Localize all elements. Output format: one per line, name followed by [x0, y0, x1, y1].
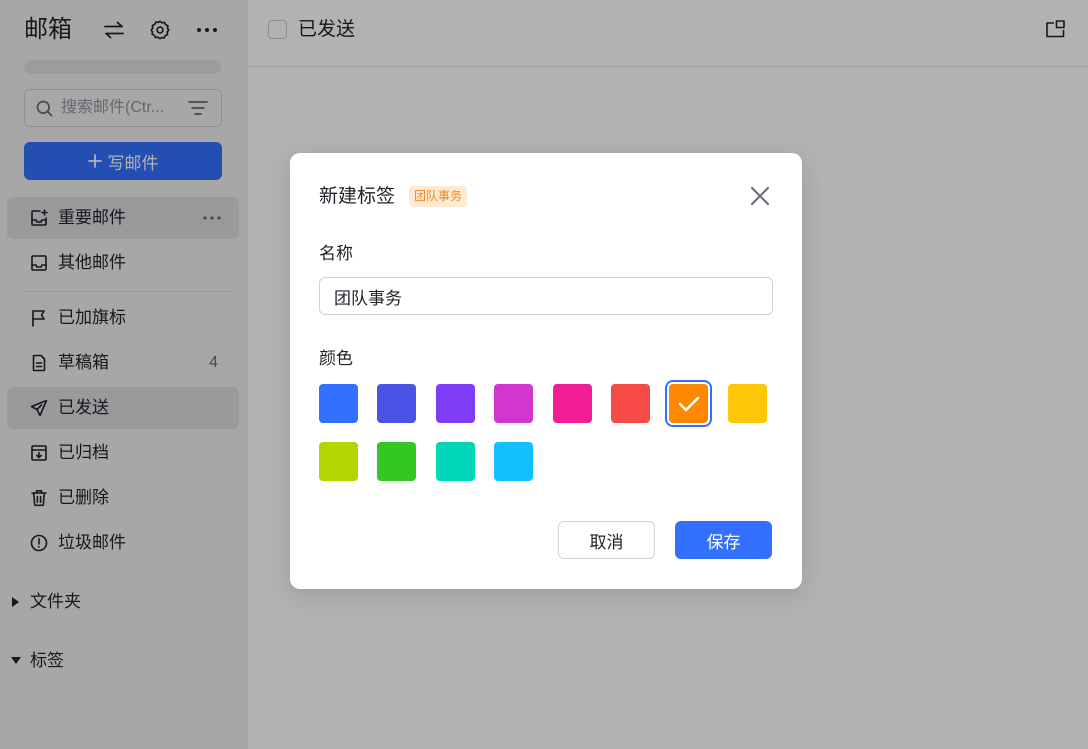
close-icon[interactable]: [750, 186, 770, 206]
color-swatch-purple[interactable]: [436, 384, 475, 423]
new-tag-dialog: 新建标签 团队事务 名称 颜色 取消 保存: [290, 153, 802, 589]
tag-preview-badge: 团队事务: [409, 186, 468, 207]
color-swatch-teal[interactable]: [436, 442, 475, 481]
color-swatch-yellow[interactable]: [728, 384, 767, 423]
color-swatch-red[interactable]: [611, 384, 650, 423]
color-swatch-green[interactable]: [377, 442, 416, 481]
name-label: 名称: [319, 244, 353, 263]
color-swatch-pink[interactable]: [553, 384, 592, 423]
cancel-button[interactable]: 取消: [558, 521, 655, 559]
dialog-title: 新建标签: [319, 186, 396, 207]
color-swatch-lime[interactable]: [319, 442, 358, 481]
save-button[interactable]: 保存: [675, 521, 772, 559]
tag-name-input[interactable]: [319, 277, 773, 315]
check-icon: [678, 396, 700, 412]
color-swatch-indigo[interactable]: [377, 384, 416, 423]
color-swatch-magenta[interactable]: [494, 384, 533, 423]
color-swatch-blue[interactable]: [319, 384, 358, 423]
color-label: 颜色: [319, 349, 353, 368]
color-swatch-cyan[interactable]: [494, 442, 533, 481]
color-swatch-orange[interactable]: [669, 384, 708, 423]
